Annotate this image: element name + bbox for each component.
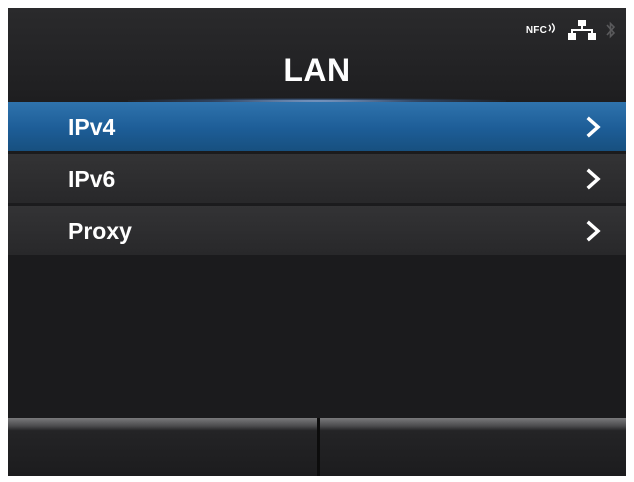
- menu-item-ipv6[interactable]: IPv6: [8, 154, 626, 203]
- menu-item-label: IPv6: [68, 165, 116, 192]
- bluetooth-icon: [606, 21, 616, 39]
- status-icons: NFC: [526, 20, 616, 40]
- left-softkey[interactable]: [8, 418, 317, 476]
- wired-network-icon: [568, 20, 596, 40]
- menu-list: IPv4 IPv6 Proxy: [8, 102, 626, 258]
- nfc-label: NFC: [525, 24, 547, 36]
- nfc-icon: NFC: [525, 22, 558, 36]
- menu-item-proxy[interactable]: Proxy: [8, 206, 626, 255]
- menu-item-label: Proxy: [68, 217, 132, 244]
- menu-item-ipv4[interactable]: IPv4: [8, 102, 626, 151]
- page-title: LAN: [283, 52, 351, 88]
- softkey-bar: [8, 418, 626, 476]
- menu-item-label: IPv4: [68, 113, 116, 140]
- chevron-right-icon: [586, 168, 601, 190]
- nfc-waves-icon: [548, 22, 555, 33]
- header: NFC LAN: [8, 8, 626, 104]
- printer-display: NFC LAN IPv4 IPv6 Proxy: [8, 8, 626, 476]
- chevron-right-icon: [586, 220, 601, 242]
- chevron-right-icon: [586, 116, 601, 138]
- right-softkey[interactable]: [320, 418, 626, 476]
